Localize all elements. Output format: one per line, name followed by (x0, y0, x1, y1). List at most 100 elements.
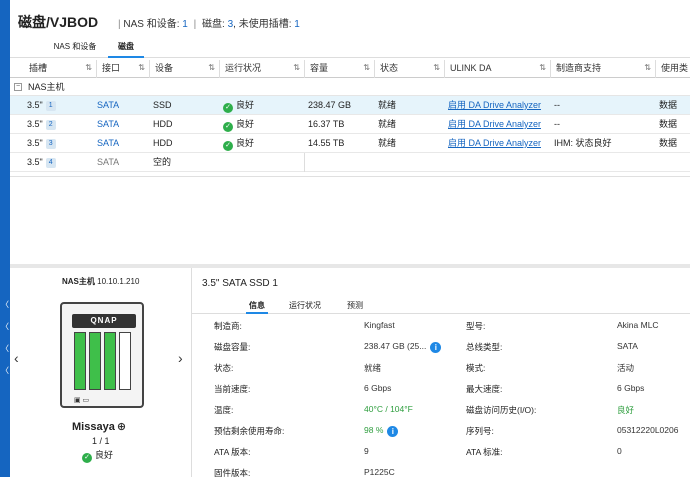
prop-value: 238.47 GB (25... i (364, 341, 442, 353)
slot-number-badge: 4 (45, 158, 56, 168)
prop-key: 最大速度: (466, 384, 503, 394)
slot-cell: 3.5" 2 (27, 115, 56, 134)
sort-icon[interactable]: ⇅ (293, 60, 300, 76)
sort-icon[interactable]: ⇅ (644, 60, 651, 76)
sort-icon[interactable]: ⇅ (539, 60, 546, 76)
col-vendor[interactable]: 制造商支持 ⇅ (550, 60, 655, 78)
left-app-strip: 〈 〈 〈 〈 (0, 0, 10, 477)
slot-cell: 3.5" 3 (27, 134, 56, 153)
nas-host-name: NAS主机 (62, 277, 95, 286)
sort-icon[interactable]: ⇅ (208, 60, 215, 76)
sort-icon[interactable]: ⇅ (433, 60, 440, 76)
table-row[interactable]: 3.5" 1 SATA SSD ✓ 良好 238.47 GB 就绪 启用 DA Dr… (10, 96, 690, 115)
prop-key: 固件版本: (214, 468, 251, 477)
col-device-label: 设备 (155, 63, 174, 73)
prop-key: 模式: (466, 363, 486, 373)
sort-icon[interactable]: ⇅ (85, 60, 92, 76)
tab-predict[interactable]: 预测 (346, 300, 364, 314)
main-tabs: NAS 和设备 磁盘 (10, 40, 690, 58)
vendor-cell: IHM: 状态良好 (554, 138, 612, 148)
nas-chassis: QNAP ▣ ▭ (60, 302, 144, 408)
nas-pager: 1 / 1 (92, 436, 110, 446)
tab-nas-devices[interactable]: NAS 和设备 (40, 40, 110, 58)
interface-cell: SATA (97, 119, 120, 129)
storage-main: 磁盘/VJBOD | NAS 和设备: 1 | 磁盘: 3 , 未使用插槽: 1 … (10, 0, 690, 477)
sort-icon[interactable]: ⇅ (363, 60, 370, 76)
slot-number-badge: 1 (45, 101, 56, 111)
col-vendor-label: 制造商支持 (556, 63, 602, 73)
interface-cell: SATA (97, 157, 120, 167)
tab-disks[interactable]: 磁盘 (108, 40, 144, 58)
zoom-in-icon[interactable]: ⊕ (117, 421, 126, 433)
col-status[interactable]: 状态 ⇅ (374, 60, 444, 78)
col-status-label: 状态 (380, 63, 399, 73)
usb-port-icon: ▣ ▭ (74, 397, 90, 404)
device-cell: SSD (153, 100, 172, 110)
ulink-enable-link[interactable]: 启用 DA Drive Analyzer (448, 115, 541, 134)
group-nas-host[interactable]: − NAS主机 (10, 78, 690, 96)
drive-bay-4[interactable] (119, 332, 131, 390)
capacity-cell: 14.55 TB (308, 138, 345, 148)
slot-type: 3.5" (27, 157, 43, 167)
nas-panel: NAS主机 10.10.1.210 ‹ › QNAP ▣ ▭ Missaya ⊕ … (10, 268, 192, 477)
col-capacity[interactable]: 容量 ⇅ (304, 60, 374, 78)
nas-ip: 10.10.1.210 (97, 277, 140, 286)
summary-nas-count: 1 (182, 19, 188, 30)
prop-value: 6 Gbps (617, 383, 645, 393)
usage-cell: 数据 (659, 138, 678, 148)
prop-value: Akina MLC (617, 320, 659, 330)
col-device[interactable]: 设备 ⇅ (149, 60, 219, 78)
prop-key: 状态: (214, 363, 234, 373)
life-value: 98 % i (364, 425, 399, 437)
col-health[interactable]: 运行状况 ⇅ (219, 60, 304, 78)
col-interface[interactable]: 接口 ⇅ (96, 60, 149, 78)
interface-cell: SATA (97, 100, 120, 110)
capacity-value: 238.47 GB (25... (364, 341, 427, 351)
health-cell: ✓ 良好 (223, 96, 254, 115)
col-capacity-label: 容量 (310, 63, 329, 73)
prop-value: 活动 (617, 363, 635, 373)
io-history-value: 良好 (617, 405, 635, 415)
check-circle-icon: ✓ (223, 141, 233, 151)
table-row[interactable]: 3.5" 4 SATA 空的 (10, 153, 690, 172)
capacity-cell: 238.47 GB (308, 100, 352, 110)
slot-type: 3.5" (27, 119, 43, 129)
prop-value: SATA (617, 341, 638, 351)
prop-value: 0 (617, 446, 622, 456)
status-cell: 就绪 (378, 119, 397, 129)
col-usage[interactable]: 使用类 (655, 60, 690, 78)
info-icon[interactable]: i (387, 426, 399, 437)
table-row[interactable]: 3.5" 2 SATA HDD ✓ 良好 16.37 TB 就绪 启用 DA Dri… (10, 115, 690, 134)
prop-value: 就绪 (364, 363, 382, 373)
tab-health[interactable]: 运行状况 (288, 300, 322, 314)
column-divider (304, 153, 305, 172)
prop-key: 型号: (466, 321, 486, 331)
prop-value: Kingfast (364, 320, 395, 330)
ulink-enable-link[interactable]: 启用 DA Drive Analyzer (448, 134, 541, 153)
detail-tabs: 信息 运行状况 预测 (192, 298, 690, 314)
prev-arrow-icon[interactable]: ‹ (14, 350, 19, 366)
drive-bay-2[interactable] (89, 332, 101, 390)
page-header: 磁盘/VJBOD | NAS 和设备: 1 | 磁盘: 3, 未使用插槽: 1 (10, 0, 690, 40)
detail-pane: NAS主机 10.10.1.210 ‹ › QNAP ▣ ▭ Missaya ⊕ … (10, 268, 690, 477)
collapse-icon[interactable]: − (14, 83, 22, 91)
col-usage-label: 使用类 (661, 63, 689, 73)
next-arrow-icon[interactable]: › (178, 350, 183, 366)
ulink-enable-link[interactable]: 启用 DA Drive Analyzer (448, 96, 541, 115)
info-icon[interactable]: i (430, 342, 442, 353)
prop-value: 6 Gbps (364, 383, 392, 393)
nas-device-image[interactable]: QNAP ▣ ▭ (56, 298, 148, 412)
col-ulink[interactable]: ULINK DA ⇅ (444, 60, 550, 78)
table-row[interactable]: 3.5" 3 SATA HDD ✓ 良好 14.55 TB 就绪 启用 DA Dri… (10, 134, 690, 153)
drive-bay-3[interactable] (104, 332, 116, 390)
drive-bay-1[interactable] (74, 332, 86, 390)
tab-info[interactable]: 信息 (246, 300, 268, 314)
col-slot[interactable]: 插槽 ⇅ (24, 60, 96, 78)
prop-value: 9 (364, 446, 369, 456)
table-empty-area (10, 176, 690, 264)
summary-unused-count: 1 (294, 19, 300, 30)
col-ulink-label: ULINK DA (450, 63, 492, 73)
sort-icon[interactable]: ⇅ (138, 60, 145, 76)
nas-host-label: NAS主机 10.10.1.210 (62, 276, 139, 287)
life-percent: 98 % (364, 425, 384, 435)
